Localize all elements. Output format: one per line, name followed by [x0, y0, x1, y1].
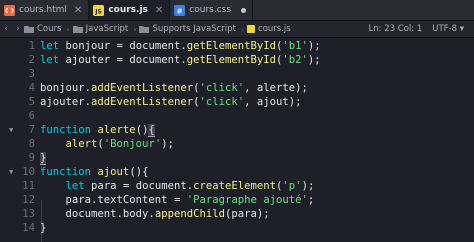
cursor-position[interactable]: Ln: 23 Col: 1 — [369, 24, 423, 34]
line-number: 4 — [28, 82, 35, 94]
js-file-icon: JS — [93, 4, 105, 16]
encoding-selector[interactable]: UTF-8 ▾ — [432, 24, 464, 34]
tab-label: cours.html — [19, 5, 67, 15]
breadcrumb-separator: › — [240, 24, 245, 34]
line-number: 8 — [28, 138, 35, 150]
breadcrumb-separator: › — [66, 24, 70, 34]
line-number: 9 — [28, 152, 35, 164]
code-text: ajouter.addEventListener('click', ajout)… — [40, 96, 302, 108]
code-line[interactable]: 4 bonjour.addEventListener('click', alert… — [0, 81, 474, 95]
breadcrumb-item-supports-javascript[interactable]: Supports JavaScript — [139, 24, 236, 34]
folder-icon — [24, 26, 34, 33]
code-line[interactable]: 14} — [0, 221, 474, 235]
code-line[interactable]: 5 ajouter.addEventListener('click', ajout… — [0, 95, 474, 109]
code-line[interactable]: 11 let para = document.createElement('p'… — [0, 179, 474, 193]
code-line[interactable]: 8 alert('Bonjour'); — [0, 137, 474, 151]
code-line[interactable]: 2 let ajouter = document.getElementById('… — [0, 53, 474, 67]
breadcrumb-item-javascript[interactable]: JavaScript — [72, 24, 128, 34]
code-text: } — [40, 152, 47, 165]
line-number: 3 — [28, 68, 35, 80]
tab-label: cours.css — [189, 5, 232, 15]
breadcrumb-separator: › — [133, 24, 137, 34]
svg-text:JS: JS — [95, 8, 103, 15]
code-line[interactable]: 1 let bonjour = document.getElementById('… — [0, 39, 474, 53]
html-file-icon — [4, 4, 15, 16]
code-text: } — [40, 222, 47, 234]
code-text: function ajout(){ — [40, 166, 149, 178]
code-text: bonjour.addEventListener('click', alerte… — [40, 82, 308, 94]
code-line[interactable]: 3 — [0, 67, 474, 81]
code-text: let para = document.createElement('p'); — [65, 180, 315, 192]
breadcrumb-item-cours-js[interactable]: cours.js — [247, 24, 291, 34]
line-number: 7 — [28, 124, 35, 136]
svg-text:#: # — [177, 7, 183, 15]
tab-cours-html[interactable]: cours.html ✕ — [0, 0, 90, 20]
line-number: 1 — [28, 40, 35, 52]
code-text: function alerte(){ — [40, 124, 155, 137]
line-number: 11 — [22, 180, 35, 192]
back-arrow-icon[interactable]: ‹ — [0, 24, 12, 34]
close-icon[interactable]: ✕ — [74, 5, 82, 16]
code-text: let bonjour = document.getElementById('b… — [40, 40, 321, 52]
code-line[interactable]: 9} — [0, 151, 474, 165]
folder-icon — [139, 26, 150, 33]
code-editor[interactable]: 1 let bonjour = document.getElementById('… — [0, 38, 474, 242]
close-icon[interactable]: ✕ — [155, 5, 163, 16]
css-file-icon: # — [174, 4, 186, 16]
unsaved-indicator-icon[interactable] — [241, 7, 247, 13]
line-number: 12 — [22, 194, 35, 206]
tab-cours-js[interactable]: JS cours.js ✕ — [89, 0, 171, 20]
folder-icon — [72, 26, 83, 33]
line-number: 13 — [22, 208, 35, 220]
code-line[interactable]: 6 — [0, 109, 474, 123]
line-number: 6 — [28, 110, 35, 122]
line-number: 5 — [28, 96, 35, 108]
line-number: 14 — [22, 222, 35, 234]
code-text: let ajouter = document.getElementById('b… — [40, 54, 321, 66]
code-line[interactable]: 12 para.textContent = 'Paragraphe ajouté… — [0, 193, 474, 207]
code-line[interactable]: 13 document.body.appendChild(para); — [0, 207, 474, 221]
tab-cours-css[interactable]: # cours.css — [170, 0, 254, 20]
code-text: alert('Bonjour'); — [65, 138, 174, 150]
line-number: 10 — [22, 166, 35, 178]
code-line[interactable]: ▼ 10 function ajout(){ — [0, 165, 474, 179]
breadcrumb-item-cours[interactable]: Cours — [24, 24, 61, 34]
js-file-icon — [247, 25, 256, 33]
forward-arrow-icon[interactable]: › — [12, 24, 24, 34]
code-line[interactable]: ▼ 7 function alerte(){ — [0, 123, 474, 137]
line-number: 2 — [28, 54, 35, 66]
code-text: document.body.appendChild(para); — [40, 208, 270, 220]
chevron-down-icon: ▾ — [459, 24, 464, 34]
tab-bar: cours.html ✕ JS cours.js ✕ # cours.css — [0, 0, 474, 21]
tab-label: cours.js — [108, 5, 148, 15]
code-text: para.textContent = 'Paragraphe ajouté'; — [40, 194, 315, 206]
breadcrumb: ‹ › Cours › JavaScript › Supports JavaSc… — [0, 21, 474, 38]
